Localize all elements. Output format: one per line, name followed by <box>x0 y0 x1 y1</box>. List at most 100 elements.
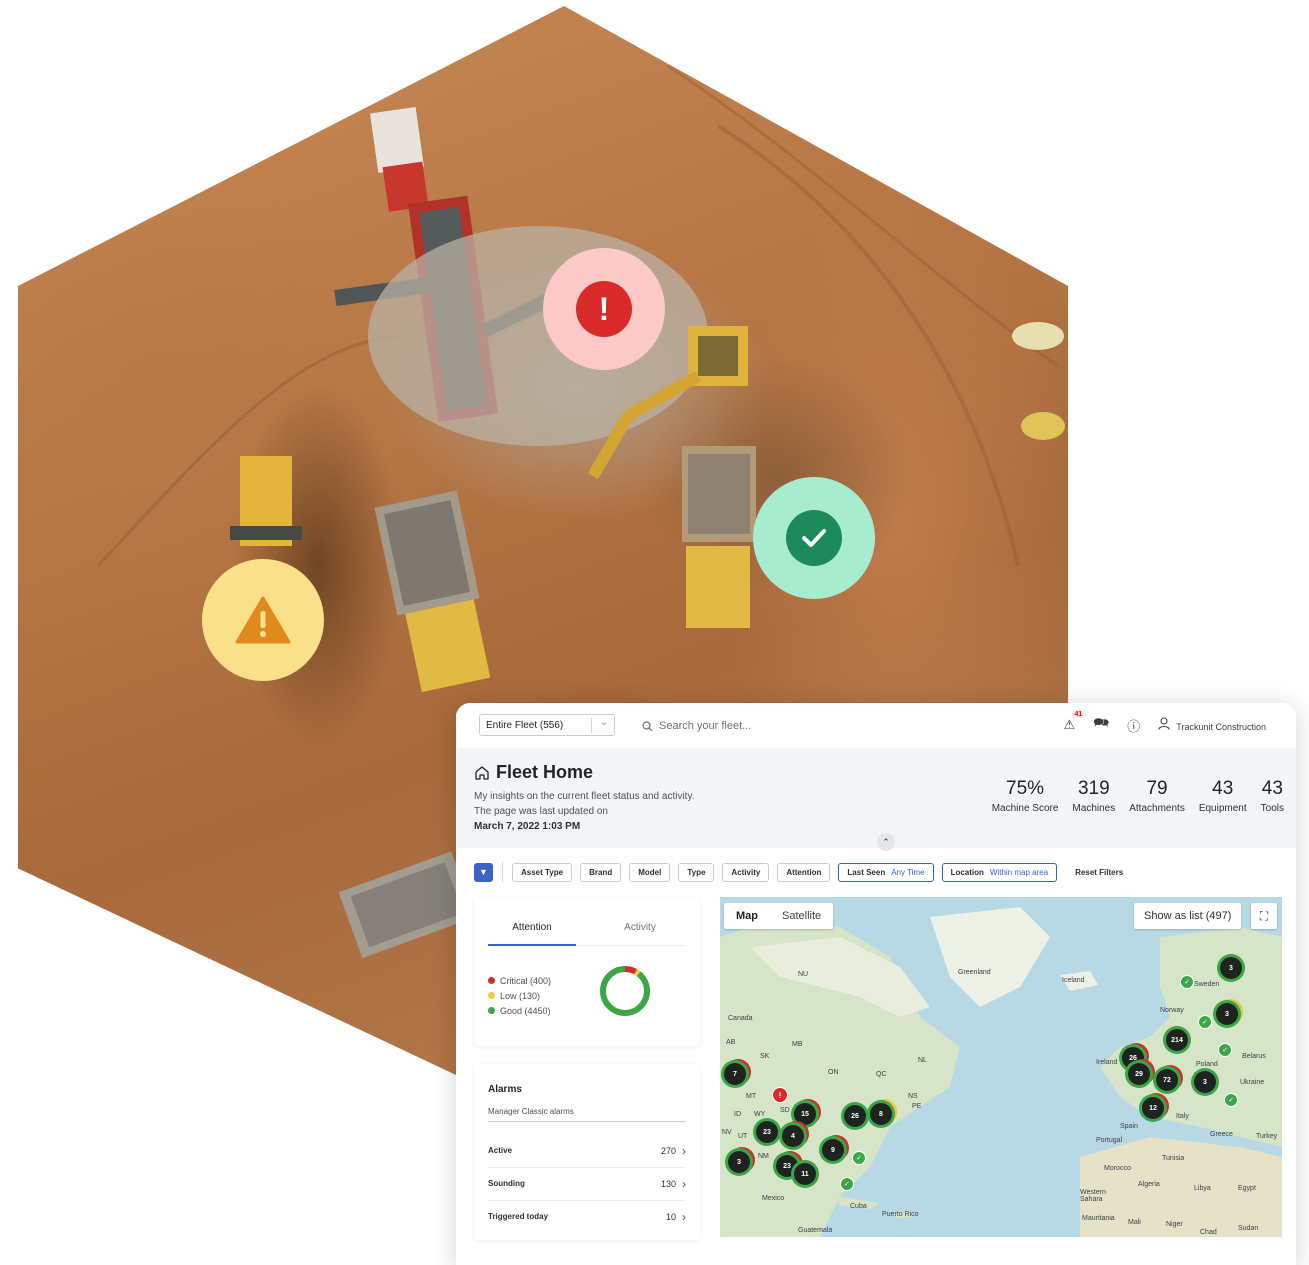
filter-location[interactable]: Location Within map area <box>941 862 1058 882</box>
map-cluster[interactable]: 7 <box>724 1063 746 1085</box>
map-cluster[interactable]: 15 <box>794 1103 816 1125</box>
map-cluster[interactable]: 8 <box>870 1103 892 1125</box>
fullscreen-button[interactable]: ⛶ <box>1251 903 1277 929</box>
filter-location-label: Location <box>950 867 984 877</box>
legend-label: Critical (400) <box>500 976 552 986</box>
good-map-pin[interactable]: ✓ <box>852 1151 866 1165</box>
alarm-count: 10 <box>665 1211 676 1222</box>
alarm-row-sounding[interactable]: Sounding 130 › <box>488 1167 686 1201</box>
good-map-pin[interactable]: ✓ <box>1180 975 1194 989</box>
stat-attachments[interactable]: 79 Attachments <box>1129 778 1185 814</box>
search-field[interactable]: Search your fleet... <box>642 716 862 736</box>
map-cluster[interactable]: 26 <box>844 1105 866 1127</box>
filter-last-seen-value: Any Time <box>891 867 925 877</box>
exclamation-icon: ! <box>576 281 632 337</box>
critical-status-bubble: ! <box>543 248 665 370</box>
map-cluster[interactable]: 9 <box>822 1139 844 1161</box>
fleet-map[interactable]: Map Satellite Show as list (497) ⛶ Green… <box>720 897 1282 1237</box>
top-bar: Entire Fleet (556) ⌄ Search your fleet..… <box>456 703 1296 749</box>
attention-donut-chart <box>600 966 650 1016</box>
chat-icon[interactable]: 🗪 <box>1093 714 1109 736</box>
map-cluster[interactable]: 29 <box>1128 1063 1150 1085</box>
show-as-list-button[interactable]: Show as list (497) <box>1134 903 1242 929</box>
good-map-pin[interactable]: ✓ <box>1224 1093 1238 1107</box>
map-label: Morocco <box>1104 1165 1131 1172</box>
alarm-count: 270 <box>660 1145 676 1156</box>
page-title: Fleet Home <box>474 762 593 783</box>
map-cluster[interactable]: 23 <box>756 1121 778 1143</box>
map-label: Puerto Rico <box>882 1211 919 1218</box>
map-view-button[interactable]: Map <box>724 910 770 922</box>
filter-last-seen-label: Last Seen <box>847 867 886 877</box>
donut-segment <box>600 966 650 1016</box>
map-cluster[interactable]: 3 <box>1220 957 1242 979</box>
legend-label: Low (130) <box>500 991 541 1001</box>
legend-item-good: Good (4450) <box>488 1004 551 1019</box>
map-cluster[interactable]: 12 <box>1142 1097 1164 1119</box>
filter-asset-type[interactable]: Asset Type <box>512 862 573 882</box>
map-cluster[interactable]: 3 <box>1194 1071 1216 1093</box>
filter-model[interactable]: Model <box>629 862 671 882</box>
reset-filters-button[interactable]: Reset Filters <box>1075 868 1123 877</box>
map-cluster[interactable]: 214 <box>1166 1029 1188 1051</box>
map-label: NM <box>758 1153 769 1160</box>
map-label: NV <box>722 1129 732 1136</box>
critical-map-pin[interactable]: ! <box>772 1087 788 1103</box>
filter-bar: ▼ Asset Type Brand Model Type Activity A… <box>474 862 1123 882</box>
stat-tools[interactable]: 43 Tools <box>1261 778 1284 814</box>
stat-machine-score[interactable]: 75% Machine Score <box>992 778 1059 814</box>
map-cluster[interactable]: 4 <box>782 1125 804 1147</box>
stat-label: Tools <box>1260 803 1284 814</box>
map-cluster[interactable]: 72 <box>1156 1069 1178 1091</box>
tab-activity[interactable]: Activity <box>596 922 684 933</box>
search-input[interactable]: Search your fleet... <box>659 720 751 732</box>
map-cluster[interactable]: 3 <box>1216 1003 1238 1025</box>
user-name[interactable]: Trackunit Construction <box>1176 718 1266 732</box>
alarm-count-wrap: 130 › <box>661 1177 686 1191</box>
map-view-toggle: Map Satellite <box>724 903 834 929</box>
stat-equipment[interactable]: 43 Equipment <box>1199 778 1247 814</box>
map-label: Guatemala <box>798 1227 833 1234</box>
map-label: ON <box>828 1069 839 1076</box>
attention-legend: Critical (400) Low (130) Good (4450) <box>488 974 551 1019</box>
map-label: Libya <box>1194 1185 1211 1192</box>
fleet-selector-value: Entire Fleet (556) <box>486 719 564 731</box>
fleet-dashboard-window: Entire Fleet (556) ⌄ Search your fleet..… <box>456 703 1296 1265</box>
satellite-view-button[interactable]: Satellite <box>770 910 833 922</box>
filter-button[interactable]: ▼ <box>474 862 493 882</box>
good-map-pin[interactable]: ✓ <box>1198 1015 1212 1029</box>
fullscreen-icon: ⛶ <box>1259 908 1269 923</box>
stat-value: 43 <box>1212 778 1234 799</box>
map-label: NS <box>908 1093 918 1100</box>
chevron-right-icon: › <box>682 1176 686 1191</box>
checkmark-icon <box>786 510 842 566</box>
filter-activity[interactable]: Activity <box>722 862 770 882</box>
legend-item-critical: Critical (400) <box>488 974 551 989</box>
map-label: UT <box>738 1133 748 1140</box>
good-map-pin[interactable]: ✓ <box>1218 1043 1232 1057</box>
collapse-header-button[interactable]: ⌃ <box>877 833 895 851</box>
alarm-row-active[interactable]: Active 270 › <box>488 1134 686 1168</box>
filter-divider <box>502 862 503 882</box>
help-icon[interactable]: ⓘ <box>1127 716 1140 735</box>
good-status-bubble <box>753 477 875 599</box>
map-cluster[interactable]: 3 <box>728 1151 750 1173</box>
filter-type[interactable]: Type <box>678 862 715 882</box>
tab-attention[interactable]: Attention <box>488 922 576 933</box>
map-cluster[interactable]: 11 <box>794 1163 816 1185</box>
filter-last-seen[interactable]: Last Seen Any Time <box>838 862 934 882</box>
stat-machines[interactable]: 319 Machines <box>1072 778 1115 814</box>
alarm-row-triggered-today[interactable]: Triggered today 10 › <box>488 1200 686 1233</box>
alarms-title: Alarms <box>488 1084 522 1095</box>
user-icon[interactable] <box>1158 717 1170 733</box>
alarm-name: Triggered today <box>488 1212 549 1221</box>
good-map-pin[interactable]: ✓ <box>840 1177 854 1191</box>
fleet-selector[interactable]: Entire Fleet (556) ⌄ <box>479 714 615 736</box>
map-label: Norway <box>1160 1007 1184 1014</box>
fleet-stats: 75% Machine Score 319 Machines 79 Attach… <box>992 778 1284 814</box>
alerts-button[interactable]: ⚠ 41 <box>1063 711 1085 733</box>
map-label: Turkey <box>1256 1133 1278 1140</box>
filter-attention[interactable]: Attention <box>777 862 831 882</box>
map-label: Algeria <box>1138 1181 1160 1188</box>
filter-brand[interactable]: Brand <box>580 862 622 882</box>
